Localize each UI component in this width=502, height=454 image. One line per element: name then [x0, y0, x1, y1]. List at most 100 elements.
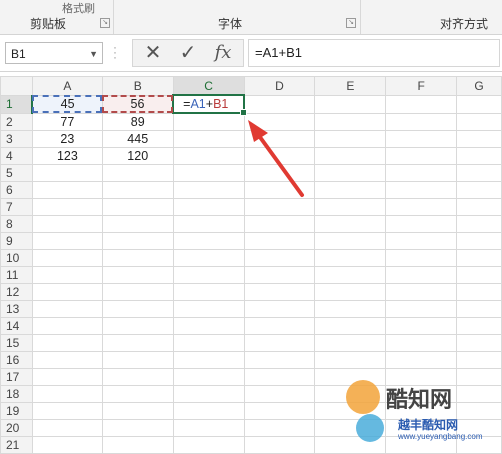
cell-c11[interactable] — [172, 266, 245, 284]
cell-e10[interactable] — [314, 249, 387, 267]
column-header-d[interactable]: D — [243, 76, 316, 96]
cell-b10[interactable] — [101, 249, 174, 267]
cell-c12[interactable] — [172, 283, 245, 301]
cell-a19[interactable] — [31, 402, 103, 420]
column-header-a[interactable]: A — [31, 76, 103, 96]
cell-a18[interactable] — [31, 385, 103, 403]
row-header[interactable]: 20 — [0, 419, 33, 437]
column-header-c[interactable]: C — [172, 76, 245, 96]
cell-e9[interactable] — [314, 232, 387, 250]
cell-e3[interactable] — [314, 130, 387, 148]
font-launcher-icon[interactable]: ↘ — [346, 18, 356, 28]
cell-b20[interactable] — [101, 419, 174, 437]
cell-c20[interactable] — [172, 419, 245, 437]
cell-a9[interactable] — [31, 232, 103, 250]
cell-e11[interactable] — [314, 266, 387, 284]
cell-d14[interactable] — [243, 317, 316, 335]
column-header-g[interactable]: G — [456, 76, 502, 96]
cell-f12[interactable] — [385, 283, 458, 301]
cell-d15[interactable] — [243, 334, 316, 352]
cell-e14[interactable] — [314, 317, 387, 335]
cell-c13[interactable] — [172, 300, 245, 318]
cell-d10[interactable] — [243, 249, 316, 267]
cell-e16[interactable] — [314, 351, 387, 369]
cell-c15[interactable] — [172, 334, 245, 352]
cell-d18[interactable] — [243, 385, 316, 403]
enter-icon[interactable]: ✓ — [173, 42, 203, 64]
cell-f16[interactable] — [385, 351, 458, 369]
row-header[interactable]: 1 — [0, 94, 34, 114]
cell-b1[interactable]: 56 — [101, 94, 174, 114]
cell-b5[interactable] — [101, 164, 174, 182]
cell-f15[interactable] — [385, 334, 458, 352]
cell-b4[interactable]: 120 — [101, 147, 174, 165]
cell-c16[interactable] — [172, 351, 245, 369]
cell-b12[interactable] — [101, 283, 174, 301]
cell-d17[interactable] — [243, 368, 316, 386]
cell-c14[interactable] — [172, 317, 245, 335]
cell-d7[interactable] — [243, 198, 316, 216]
row-header[interactable]: 19 — [0, 402, 33, 420]
cell-d8[interactable] — [243, 215, 316, 233]
cell-f13[interactable] — [385, 300, 458, 318]
cell-b3[interactable]: 445 — [101, 130, 174, 148]
column-header-f[interactable]: F — [385, 76, 458, 96]
cell-g6[interactable] — [456, 181, 502, 199]
cell-c17[interactable] — [172, 368, 245, 386]
column-header-b[interactable]: B — [101, 76, 174, 96]
row-header[interactable]: 4 — [0, 147, 33, 165]
cell-e4[interactable] — [314, 147, 387, 165]
cell-g13[interactable] — [456, 300, 502, 318]
cell-g15[interactable] — [456, 334, 502, 352]
cell-d2[interactable] — [243, 112, 316, 131]
cell-b8[interactable] — [101, 215, 174, 233]
cell-a6[interactable] — [31, 181, 103, 199]
cell-c10[interactable] — [172, 249, 245, 267]
cell-d21[interactable] — [243, 436, 316, 454]
cell-e7[interactable] — [314, 198, 387, 216]
cell-d13[interactable] — [243, 300, 316, 318]
cell-b16[interactable] — [101, 351, 174, 369]
drag-handle-icon[interactable]: · · · — [113, 41, 117, 63]
cell-g1[interactable] — [456, 94, 502, 114]
cell-a21[interactable] — [31, 436, 103, 454]
cell-a2[interactable]: 77 — [31, 112, 103, 131]
cell-b21[interactable] — [101, 436, 174, 454]
cell-f7[interactable] — [385, 198, 458, 216]
cell-f2[interactable] — [385, 112, 458, 131]
cell-f8[interactable] — [385, 215, 458, 233]
formula-input[interactable]: =A1+B1 — [248, 39, 500, 67]
cell-e8[interactable] — [314, 215, 387, 233]
cell-b15[interactable] — [101, 334, 174, 352]
row-header[interactable]: 13 — [0, 300, 33, 318]
cell-g7[interactable] — [456, 198, 502, 216]
cell-c21[interactable] — [172, 436, 245, 454]
cell-d12[interactable] — [243, 283, 316, 301]
cell-d19[interactable] — [243, 402, 316, 420]
row-header[interactable]: 10 — [0, 249, 33, 267]
cell-e12[interactable] — [314, 283, 387, 301]
cell-a1[interactable]: 45 — [31, 94, 103, 114]
cell-f4[interactable] — [385, 147, 458, 165]
clipboard-launcher-icon[interactable]: ↘ — [100, 18, 110, 28]
cell-b7[interactable] — [101, 198, 174, 216]
cell-c9[interactable] — [172, 232, 245, 250]
cell-c4[interactable] — [172, 147, 245, 165]
cell-g2[interactable] — [456, 112, 502, 131]
cell-f3[interactable] — [385, 130, 458, 148]
cell-a16[interactable] — [31, 351, 103, 369]
cell-a14[interactable] — [31, 317, 103, 335]
cell-e5[interactable] — [314, 164, 387, 182]
select-all-corner[interactable] — [0, 76, 33, 96]
cell-e13[interactable] — [314, 300, 387, 318]
cell-g14[interactable] — [456, 317, 502, 335]
cell-g12[interactable] — [456, 283, 502, 301]
cell-c6[interactable] — [172, 181, 245, 199]
cell-a3[interactable]: 23 — [31, 130, 103, 148]
cell-b13[interactable] — [101, 300, 174, 318]
cell-d5[interactable] — [243, 164, 316, 182]
row-header[interactable]: 3 — [0, 130, 33, 148]
cell-f9[interactable] — [385, 232, 458, 250]
cell-a5[interactable] — [31, 164, 103, 182]
cell-c3[interactable] — [172, 130, 245, 148]
